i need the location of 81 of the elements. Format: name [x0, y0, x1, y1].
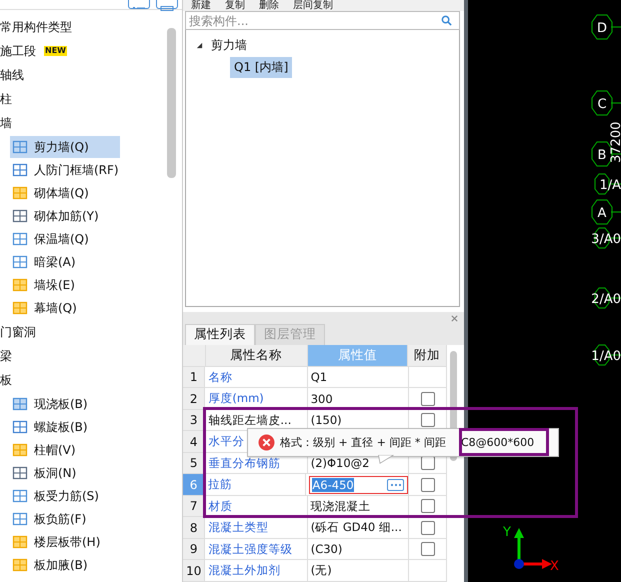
- checkbox[interactable]: [420, 413, 434, 428]
- tree-item[interactable]: 墙垛(E): [10, 274, 120, 296]
- toolbar-button[interactable]: 复制: [225, 0, 245, 12]
- tree-item[interactable]: 楼层板带(H): [10, 531, 120, 553]
- tree-item[interactable]: 螺旋板(B): [10, 416, 120, 438]
- tree-category[interactable]: 柱: [0, 90, 12, 108]
- error-message: 格式：级别 + 直径 + 间距 * 间距: [280, 435, 447, 450]
- scrollbar[interactable]: [167, 28, 176, 178]
- property-value: (2)Φ10@2: [310, 456, 370, 470]
- error-icon: [258, 434, 275, 451]
- property-name: 混凝土类型: [208, 520, 268, 536]
- property-name: 水平分: [208, 434, 244, 450]
- checkbox[interactable]: [420, 478, 435, 492]
- property-name: 混凝土强度等级: [208, 542, 292, 557]
- expand-triangle-icon[interactable]: [196, 42, 203, 49]
- row-number: 9: [183, 538, 206, 560]
- y-axis-label: Y: [503, 525, 511, 540]
- checkbox[interactable]: [420, 542, 434, 556]
- property-value: 现浇混凝土: [310, 498, 371, 514]
- tree-item[interactable]: 板洞(N): [10, 462, 120, 484]
- property-name: 材质: [208, 498, 232, 514]
- tree-category[interactable]: 常用构件类型: [0, 18, 72, 36]
- ellipsis-button[interactable]: [387, 478, 404, 491]
- coordinate-axes-icon: [514, 528, 552, 569]
- tree-category[interactable]: 板: [0, 372, 12, 388]
- tree-item[interactable]: 板加腋(B): [10, 554, 120, 576]
- new-badge: NEW: [44, 46, 67, 56]
- property-name: 厚度(mm): [208, 391, 264, 406]
- toolbar-button[interactable]: 删除: [259, 0, 279, 12]
- list-view-button[interactable]: [128, 0, 150, 9]
- dimension-text: 37200: [609, 122, 621, 163]
- tree-item[interactable]: 幕墙(Q): [10, 297, 120, 319]
- panel-view-button[interactable]: [156, 0, 178, 9]
- property-name: 拉筋: [208, 477, 232, 492]
- checkbox[interactable]: [420, 392, 434, 406]
- property-value: (C30): [310, 542, 342, 556]
- property-value: (无): [310, 563, 332, 578]
- tree-item[interactable]: Q1 [内墙]: [230, 56, 292, 78]
- row-number: 10: [183, 560, 206, 581]
- close-icon[interactable]: [451, 314, 458, 322]
- row-number: 8: [183, 517, 206, 538]
- value-input[interactable]: A6-450: [309, 476, 408, 494]
- toolbar-button[interactable]: 新建: [191, 0, 211, 12]
- checkbox[interactable]: [420, 456, 434, 470]
- checkbox[interactable]: [420, 520, 434, 535]
- tree-category[interactable]: 墙: [0, 114, 12, 132]
- tree-item[interactable]: 现浇板(B): [10, 393, 120, 415]
- property-name: 混凝土外加剂: [208, 563, 280, 578]
- property-value: (150): [310, 413, 342, 428]
- checkbox[interactable]: [420, 499, 434, 514]
- tab[interactable]: 属性列表: [185, 324, 255, 345]
- tree-category[interactable]: 施工段: [0, 42, 36, 60]
- search-icon[interactable]: [441, 15, 452, 26]
- property-name: 轴线距左墙皮...: [208, 412, 292, 428]
- property-value: Q1: [310, 370, 328, 384]
- ellipsis-icon: [390, 482, 402, 487]
- tree-category[interactable]: 门窗洞: [0, 324, 36, 340]
- tree-category[interactable]: 梁: [0, 348, 12, 364]
- tree-node[interactable]: 剪力墙: [211, 36, 247, 54]
- tree-item[interactable]: 板负筋(F): [10, 508, 120, 530]
- property-value: (砾石 GD40 细...: [310, 520, 402, 536]
- row-number: 2: [183, 388, 206, 409]
- tree-item[interactable]: 保温墙(Q): [10, 228, 120, 250]
- toolbar-button[interactable]: 层间复制: [293, 0, 333, 12]
- tree-item[interactable]: 人防门框墙(RF): [10, 159, 120, 181]
- tree-item[interactable]: 砌体墙(Q): [10, 182, 120, 204]
- property-name: 垂直分布钢筋: [208, 456, 280, 471]
- panel-icon: [159, 6, 175, 12]
- tree-item[interactable]: 暗梁(A): [10, 251, 120, 273]
- row-number: 1: [183, 366, 206, 388]
- tree-category[interactable]: 轴线: [0, 66, 24, 84]
- row-number: 6: [183, 474, 206, 495]
- x-axis-label: X: [550, 559, 559, 574]
- row-number: 4: [183, 431, 206, 452]
- search-field[interactable]: 搜索构件...: [185, 11, 460, 30]
- tree-item[interactable]: 板受力筋(S): [10, 485, 120, 507]
- tree-item[interactable]: 柱帽(V): [10, 439, 120, 461]
- tree-item[interactable]: 砌体加筋(Y): [10, 205, 120, 227]
- tree-item[interactable]: 剪力墙(Q): [10, 136, 120, 158]
- property-name: 名称: [208, 370, 232, 385]
- property-value: 300: [310, 392, 333, 406]
